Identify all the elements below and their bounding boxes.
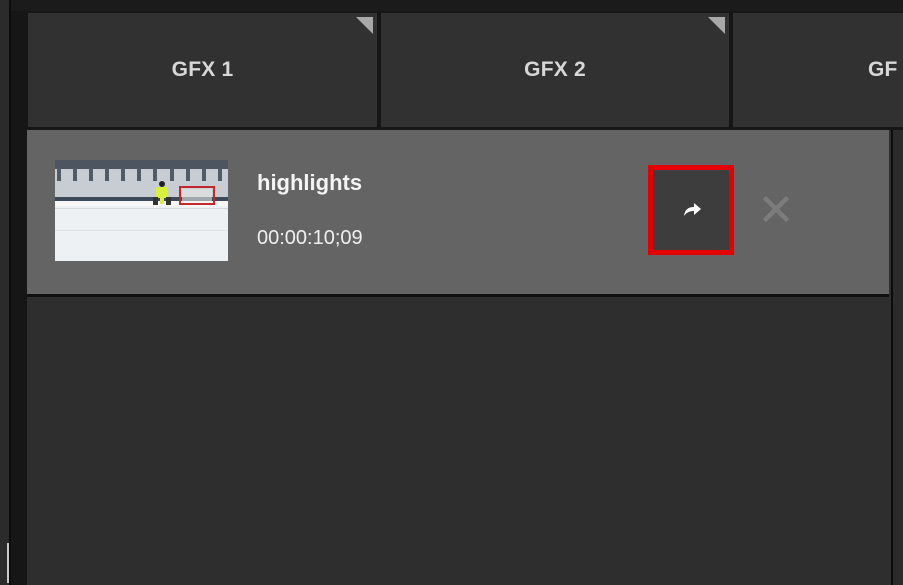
tab-corner-indicator	[708, 17, 725, 34]
clip-title: highlights	[257, 170, 363, 195]
tab-label: GF	[868, 58, 898, 81]
clip-thumbnail	[55, 160, 228, 261]
right-strip	[893, 130, 903, 585]
resize-handle[interactable]	[7, 543, 9, 583]
close-icon	[762, 195, 790, 223]
tab-gfx-3[interactable]: GF	[733, 13, 903, 127]
tab-label: GFX 2	[524, 58, 586, 81]
tab-corner-indicator	[356, 17, 373, 34]
send-to-output-button[interactable]	[648, 165, 734, 255]
tab-gfx-2[interactable]: GFX 2	[381, 13, 729, 127]
top-border	[0, 0, 903, 11]
left-strip	[0, 0, 11, 585]
share-arrow-icon	[684, 203, 701, 216]
clip-row[interactable]: highlights 00:00:10;09	[27, 130, 889, 297]
graphics-panel: GFX 1 GFX 2 GF highlights 00:00:10;09	[0, 0, 903, 585]
clip-duration: 00:00:10;09	[257, 227, 363, 249]
tab-label: GFX 1	[171, 58, 234, 81]
tab-gfx-1[interactable]: GFX 1	[28, 13, 377, 127]
hockey-rink-image	[55, 160, 228, 261]
remove-clip-button[interactable]	[755, 188, 797, 230]
